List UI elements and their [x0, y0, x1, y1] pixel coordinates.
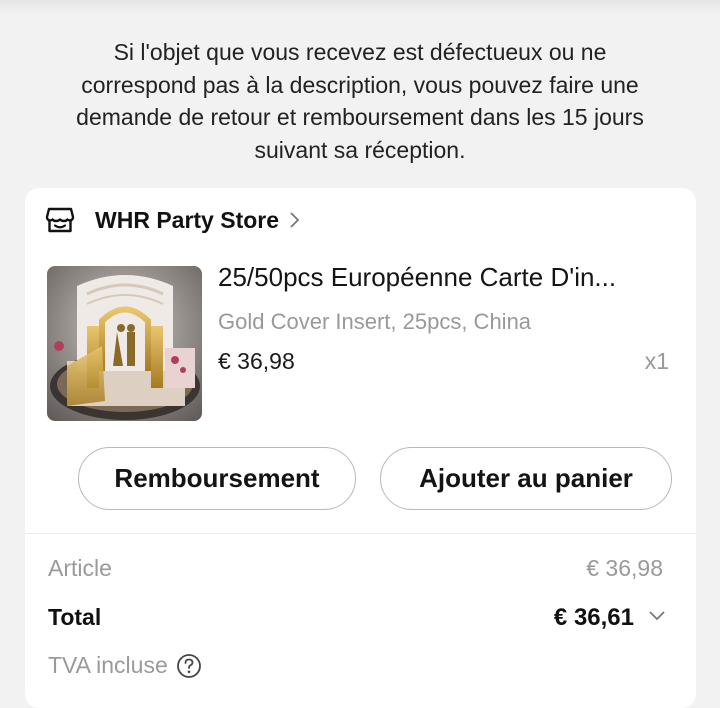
notice-line: Si l'objet que vous recevez est défectue…: [113, 39, 607, 65]
divider: [25, 533, 696, 534]
product-price: € 36,98: [218, 348, 295, 374]
total-value: € 36,61: [553, 604, 634, 631]
product-title[interactable]: 25/50pcs Européenne Carte D'in...: [218, 262, 678, 293]
store-icon: [45, 206, 75, 234]
top-shadow: [0, 0, 720, 14]
article-label: Article: [48, 555, 112, 581]
product-variant: Gold Cover Insert, 25pcs, China: [218, 309, 532, 334]
chevron-down-icon[interactable]: [648, 608, 666, 622]
product-quantity: x1: [644, 348, 669, 374]
notice-line: correspond pas à la description, vous po…: [81, 71, 639, 98]
chevron-right-icon: [289, 211, 301, 229]
help-icon[interactable]: [176, 653, 202, 679]
tva-row: TVA incluse: [48, 652, 202, 679]
return-policy-notice: Si l'objet que vous recevez est défectue…: [30, 36, 690, 166]
store-name: WHR Party Store: [95, 206, 280, 233]
article-value: € 36,98: [586, 555, 663, 581]
order-card: WHR Party Store 25/50pcs Européenne Cart…: [25, 188, 696, 708]
product-thumbnail[interactable]: [47, 266, 202, 421]
notice-line: demande de retour et remboursement dans …: [76, 104, 644, 130]
tva-label: TVA incluse: [48, 652, 168, 678]
refund-button[interactable]: Remboursement: [78, 447, 356, 510]
notice-line: suivant sa réception.: [254, 136, 466, 163]
store-link[interactable]: WHR Party Store: [45, 202, 301, 238]
add-to-cart-button[interactable]: Ajouter au panier: [380, 447, 672, 510]
total-label: Total: [48, 604, 102, 630]
